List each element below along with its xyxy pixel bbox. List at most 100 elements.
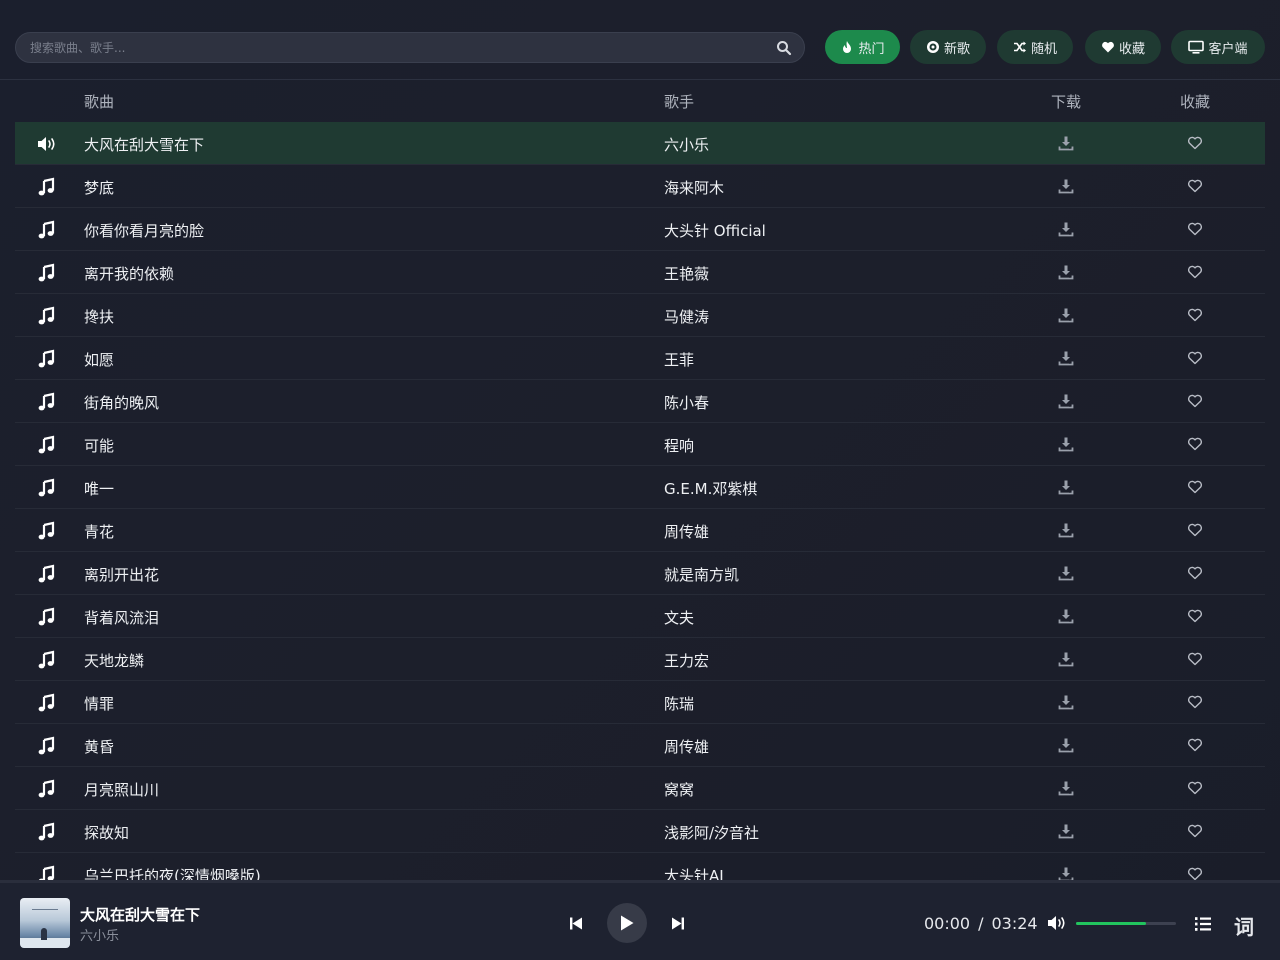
heart-outline-icon[interactable] xyxy=(1187,221,1203,237)
song-title[interactable]: 梦底 xyxy=(84,177,114,198)
heart-outline-icon[interactable] xyxy=(1187,264,1203,280)
download-icon[interactable] xyxy=(1058,307,1074,323)
song-row[interactable]: 天地龙鳞 王力宏 xyxy=(15,638,1265,681)
music-note-icon[interactable] xyxy=(37,435,57,455)
heart-outline-icon[interactable] xyxy=(1187,866,1203,880)
download-icon[interactable] xyxy=(1058,565,1074,581)
song-artist[interactable]: 陈小春 xyxy=(664,392,709,413)
music-note-icon[interactable] xyxy=(37,865,57,880)
music-note-icon[interactable] xyxy=(37,822,57,842)
song-title[interactable]: 可能 xyxy=(84,435,114,456)
song-artist[interactable]: 窝窝 xyxy=(664,779,694,800)
heart-outline-icon[interactable] xyxy=(1187,178,1203,194)
song-artist[interactable]: 就是南方凯 xyxy=(664,564,739,585)
speaker-icon[interactable] xyxy=(37,134,57,154)
nav-client-button[interactable]: 客户端 xyxy=(1171,30,1265,64)
download-icon[interactable] xyxy=(1058,264,1074,280)
song-row[interactable]: 可能 程响 xyxy=(15,423,1265,466)
music-note-icon[interactable] xyxy=(37,220,57,240)
music-note-icon[interactable] xyxy=(37,693,57,713)
heart-outline-icon[interactable] xyxy=(1187,565,1203,581)
song-row[interactable]: 月亮照山川 窝窝 xyxy=(15,767,1265,810)
song-artist[interactable]: 马健涛 xyxy=(664,306,709,327)
download-icon[interactable] xyxy=(1058,178,1074,194)
heart-outline-icon[interactable] xyxy=(1187,737,1203,753)
song-title[interactable]: 搀扶 xyxy=(84,306,114,327)
download-icon[interactable] xyxy=(1058,737,1074,753)
song-row[interactable]: 乌兰巴托的夜(深情烟嗓版) 大头针AI xyxy=(15,853,1265,880)
song-artist[interactable]: 海来阿木 xyxy=(664,177,724,198)
nav-new-button[interactable]: 新歌 xyxy=(910,30,986,64)
download-icon[interactable] xyxy=(1058,135,1074,151)
download-icon[interactable] xyxy=(1058,608,1074,624)
song-title[interactable]: 街角的晚风 xyxy=(84,392,159,413)
music-note-icon[interactable] xyxy=(37,263,57,283)
download-icon[interactable] xyxy=(1058,823,1074,839)
song-row[interactable]: 离开我的依赖 王艳薇 xyxy=(15,251,1265,294)
song-row[interactable]: 如愿 王菲 xyxy=(15,337,1265,380)
play-button[interactable] xyxy=(607,903,647,943)
music-note-icon[interactable] xyxy=(37,779,57,799)
heart-outline-icon[interactable] xyxy=(1187,350,1203,366)
song-title[interactable]: 探故知 xyxy=(84,822,129,843)
song-title[interactable]: 乌兰巴托的夜(深情烟嗓版) xyxy=(84,865,261,880)
music-note-icon[interactable] xyxy=(37,521,57,541)
song-artist[interactable]: 周传雄 xyxy=(664,521,709,542)
song-title[interactable]: 月亮照山川 xyxy=(84,779,159,800)
song-row[interactable]: 黄昏 周传雄 xyxy=(15,724,1265,767)
song-artist[interactable]: 王艳薇 xyxy=(664,263,709,284)
heart-outline-icon[interactable] xyxy=(1187,608,1203,624)
next-icon[interactable] xyxy=(671,916,685,931)
download-icon[interactable] xyxy=(1058,694,1074,710)
song-row[interactable]: 搀扶 马健涛 xyxy=(15,294,1265,337)
volume-icon[interactable] xyxy=(1047,915,1067,931)
song-title[interactable]: 如愿 xyxy=(84,349,114,370)
song-row[interactable]: 大风在刮大雪在下 六小乐 xyxy=(15,122,1265,165)
heart-outline-icon[interactable] xyxy=(1187,651,1203,667)
song-artist[interactable]: 王菲 xyxy=(664,349,694,370)
music-note-icon[interactable] xyxy=(37,392,57,412)
song-row[interactable]: 离别开出花 就是南方凯 xyxy=(15,552,1265,595)
song-artist[interactable]: 大头针AI xyxy=(664,865,724,880)
music-note-icon[interactable] xyxy=(37,607,57,627)
song-row[interactable]: 街角的晚风 陈小春 xyxy=(15,380,1265,423)
nav-favorites-button[interactable]: 收藏 xyxy=(1085,30,1161,64)
heart-outline-icon[interactable] xyxy=(1187,694,1203,710)
download-icon[interactable] xyxy=(1058,651,1074,667)
heart-outline-icon[interactable] xyxy=(1187,135,1203,151)
music-note-icon[interactable] xyxy=(37,564,57,584)
album-cover[interactable] xyxy=(20,898,70,948)
heart-outline-icon[interactable] xyxy=(1187,436,1203,452)
download-icon[interactable] xyxy=(1058,350,1074,366)
song-title[interactable]: 情罪 xyxy=(84,693,114,714)
download-icon[interactable] xyxy=(1058,436,1074,452)
song-artist[interactable]: 浅影阿/汐音社 xyxy=(664,822,759,843)
song-artist[interactable]: 大头针 Official xyxy=(664,220,766,241)
heart-outline-icon[interactable] xyxy=(1187,307,1203,323)
download-icon[interactable] xyxy=(1058,780,1074,796)
song-row[interactable]: 背着风流泪 文夫 xyxy=(15,595,1265,638)
song-title[interactable]: 离别开出花 xyxy=(84,564,159,585)
song-row[interactable]: 青花 周传雄 xyxy=(15,509,1265,552)
song-row[interactable]: 唯一 G.E.M.邓紫棋 xyxy=(15,466,1265,509)
heart-outline-icon[interactable] xyxy=(1187,393,1203,409)
music-note-icon[interactable] xyxy=(37,478,57,498)
music-note-icon[interactable] xyxy=(37,736,57,756)
heart-outline-icon[interactable] xyxy=(1187,823,1203,839)
song-artist[interactable]: 王力宏 xyxy=(664,650,709,671)
song-title[interactable]: 黄昏 xyxy=(84,736,114,757)
lyrics-button[interactable]: 词 xyxy=(1234,911,1254,940)
music-note-icon[interactable] xyxy=(37,306,57,326)
song-title[interactable]: 唯一 xyxy=(84,478,114,499)
song-artist[interactable]: 文夫 xyxy=(664,607,694,628)
download-icon[interactable] xyxy=(1058,393,1074,409)
volume-slider[interactable] xyxy=(1076,922,1176,925)
music-note-icon[interactable] xyxy=(37,349,57,369)
previous-icon[interactable] xyxy=(569,916,583,931)
search-icon[interactable] xyxy=(776,40,792,56)
download-icon[interactable] xyxy=(1058,479,1074,495)
nav-hot-button[interactable]: 热门 xyxy=(825,30,900,64)
song-title[interactable]: 离开我的依赖 xyxy=(84,263,174,284)
song-row[interactable]: 梦底 海来阿木 xyxy=(15,165,1265,208)
search-input[interactable] xyxy=(16,33,766,62)
